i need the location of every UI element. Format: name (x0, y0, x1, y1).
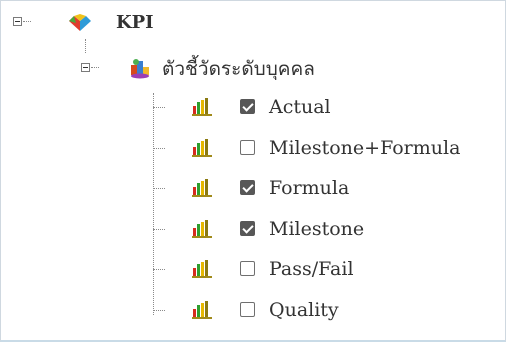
tree-item: Milestone (1, 209, 505, 249)
item-label[interactable]: Formula (269, 177, 349, 199)
kpi-icon (69, 14, 91, 31)
bar-chart-icon (192, 179, 212, 197)
item-label[interactable]: Actual (269, 96, 331, 118)
tree-connector (153, 229, 165, 231)
item-label[interactable]: Milestone (269, 218, 364, 240)
tree-group-label[interactable]: ตัวชี้วัดระดับบุคคล (162, 58, 315, 80)
tree-connector (153, 310, 165, 312)
checkbox-formula[interactable] (240, 180, 255, 195)
kpi-tree-panel: KPI ตัวชี้วัดระดับบุคคล Actual Milestone… (0, 0, 506, 342)
tree-connector (153, 148, 165, 150)
checkbox-milestone[interactable] (240, 221, 255, 236)
tree-connector (23, 21, 31, 23)
checkbox-milestone-formula[interactable] (240, 140, 255, 155)
tree-connector (85, 39, 87, 53)
tree-connector (91, 67, 99, 69)
tree-item: Milestone+Formula (1, 128, 505, 168)
bar-chart-icon (192, 139, 212, 157)
item-label[interactable]: Pass/Fail (269, 258, 354, 280)
bar-chart-icon (192, 98, 212, 116)
bar-chart-icon (192, 260, 212, 278)
item-label[interactable]: Quality (269, 299, 339, 321)
tree-item: Formula (1, 168, 505, 208)
item-label[interactable]: Milestone+Formula (269, 137, 460, 159)
bar-chart-icon (192, 301, 212, 319)
checkbox-quality[interactable] (240, 302, 255, 317)
group-icon (131, 59, 149, 79)
tree-item: Actual (1, 87, 505, 127)
tree-node-root: KPI (1, 3, 505, 43)
tree-item: Pass/Fail (1, 249, 505, 289)
collapse-toggle-root[interactable] (13, 17, 22, 26)
bar-chart-icon (192, 220, 212, 238)
tree-connector (153, 107, 165, 109)
tree-connector (153, 269, 165, 271)
tree-item: Quality (1, 290, 505, 330)
checkbox-actual[interactable] (240, 99, 255, 114)
tree-connector (153, 188, 165, 190)
checkbox-pass-fail[interactable] (240, 261, 255, 276)
collapse-toggle-group[interactable] (81, 63, 90, 72)
tree-node-group: ตัวชี้วัดระดับบุคคล (1, 39, 505, 89)
tree-root-label[interactable]: KPI (116, 12, 154, 34)
